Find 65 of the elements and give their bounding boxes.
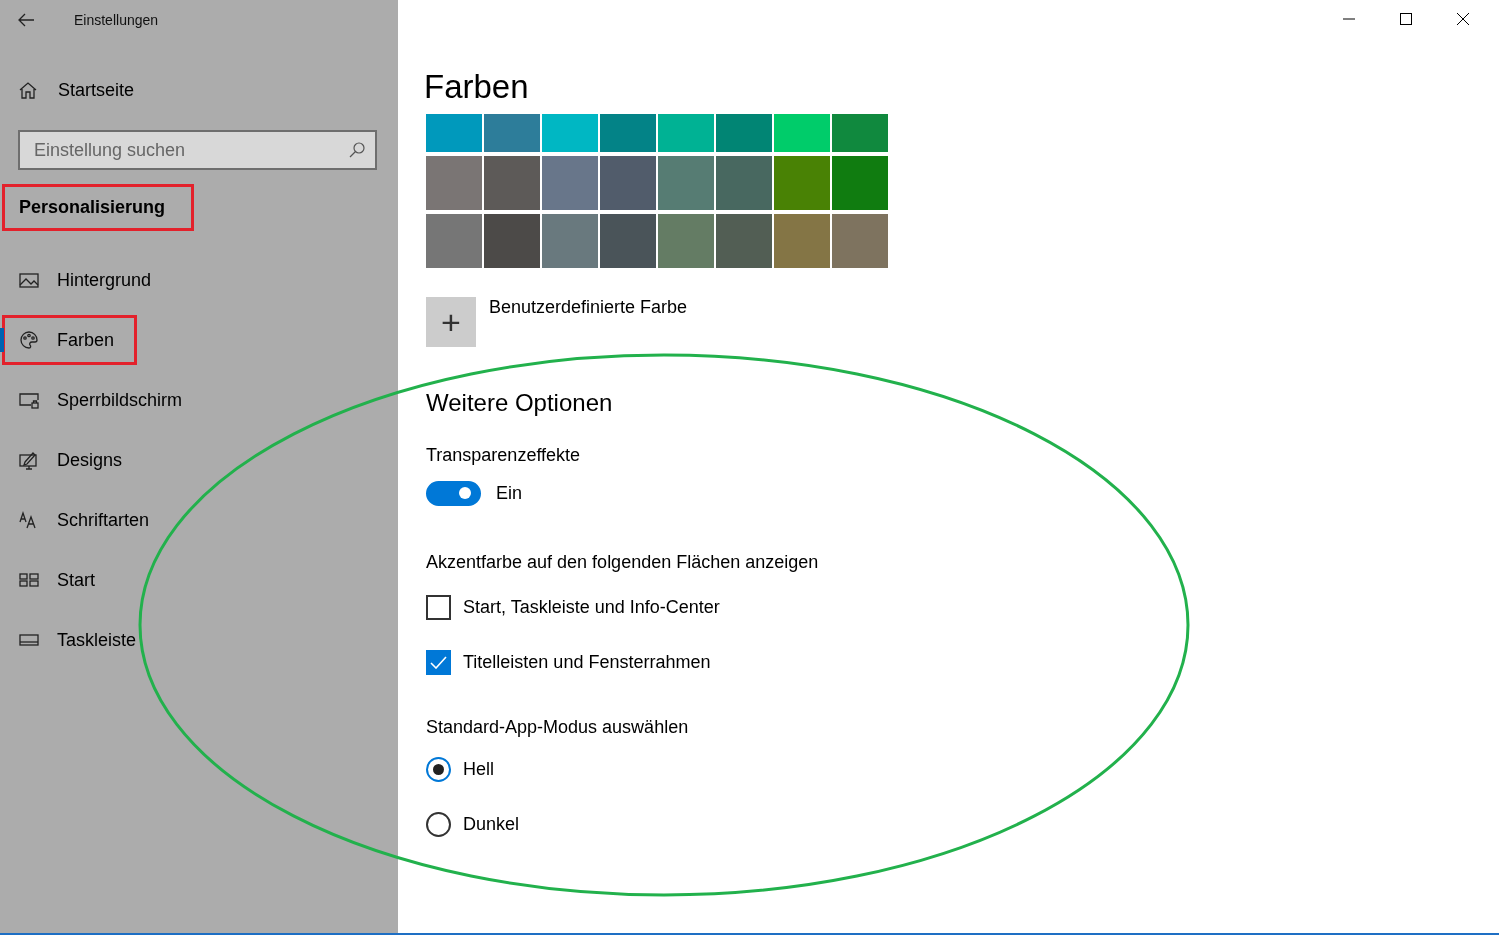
color-swatch[interactable]	[716, 156, 772, 210]
maximize-icon	[1399, 13, 1412, 25]
font-icon	[19, 510, 39, 530]
color-swatch[interactable]	[484, 214, 540, 268]
home-icon	[18, 80, 38, 100]
picture-icon	[19, 270, 39, 290]
section-heading: Personalisierung	[2, 184, 195, 231]
back-arrow-icon[interactable]	[18, 13, 34, 27]
check-icon	[430, 656, 447, 669]
nav-item[interactable]: Designs	[2, 435, 146, 485]
palette-icon	[19, 330, 39, 350]
radio-button[interactable]	[426, 757, 451, 782]
home-link[interactable]: Startseite	[18, 70, 398, 110]
add-color-button[interactable]: +	[426, 297, 476, 347]
nav-item[interactable]: Start	[2, 555, 118, 605]
color-swatch[interactable]	[542, 214, 598, 268]
color-swatch[interactable]	[774, 156, 830, 210]
color-swatch[interactable]	[426, 156, 482, 210]
color-swatch[interactable]	[716, 114, 772, 152]
window-title: Einstellungen	[74, 12, 159, 28]
nav-item[interactable]: Hintergrund	[2, 255, 175, 305]
page-title: Farben	[424, 68, 530, 106]
color-swatch[interactable]	[484, 156, 540, 210]
selection-indicator	[0, 328, 4, 352]
color-swatch[interactable]	[658, 214, 714, 268]
search-icon	[349, 142, 365, 158]
color-swatch[interactable]	[426, 214, 482, 268]
toggle-switch[interactable]	[426, 481, 481, 506]
checkbox[interactable]	[426, 650, 451, 675]
color-swatch[interactable]	[484, 114, 540, 152]
search-field[interactable]: Einstellung suchen	[18, 130, 377, 170]
color-swatch[interactable]	[658, 156, 714, 210]
setting-label: Akzentfarbe auf den folgenden Flächen anzeigen	[426, 552, 820, 573]
radio-label: Hell	[463, 759, 494, 780]
monitor-pen-icon	[19, 450, 39, 470]
start-tiles-icon	[19, 570, 39, 590]
color-swatch[interactable]	[774, 214, 830, 268]
custom-color-label: Benutzerdefinierte Farbe	[489, 297, 688, 318]
checkbox-label: Start, Taskleiste und Info-Center	[463, 597, 720, 618]
color-swatch[interactable]	[542, 114, 598, 152]
setting-label: Standard-App-Modus auswählen	[426, 717, 690, 738]
color-swatch[interactable]	[774, 114, 830, 152]
color-swatch[interactable]	[600, 114, 656, 152]
close-icon	[1456, 13, 1469, 25]
lock-screen-icon	[19, 390, 39, 410]
color-swatch[interactable]	[716, 214, 772, 268]
toggle-state-label: Ein	[496, 483, 522, 504]
checkbox-label: Titelleisten und Fensterrahmen	[463, 652, 711, 673]
color-swatch[interactable]	[832, 114, 888, 152]
color-swatch[interactable]	[832, 156, 888, 210]
radio-label: Dunkel	[463, 814, 520, 835]
nav-item[interactable]: Sperrbildschirm	[2, 375, 206, 425]
color-swatch[interactable]	[542, 156, 598, 210]
nav-item[interactable]: Schriftarten	[2, 495, 173, 545]
checkbox[interactable]	[426, 595, 451, 620]
color-swatch[interactable]	[832, 214, 888, 268]
color-swatch[interactable]	[600, 214, 656, 268]
nav-item[interactable]: Farben	[2, 315, 138, 365]
section-title: Weitere Optionen	[426, 389, 614, 417]
color-swatch[interactable]	[600, 156, 656, 210]
setting-label: Transparenzeffekte	[426, 445, 582, 466]
radio-button[interactable]	[426, 812, 451, 837]
nav-item[interactable]: Taskleiste	[2, 615, 160, 665]
color-swatch[interactable]	[426, 114, 482, 152]
color-swatch[interactable]	[658, 114, 714, 152]
